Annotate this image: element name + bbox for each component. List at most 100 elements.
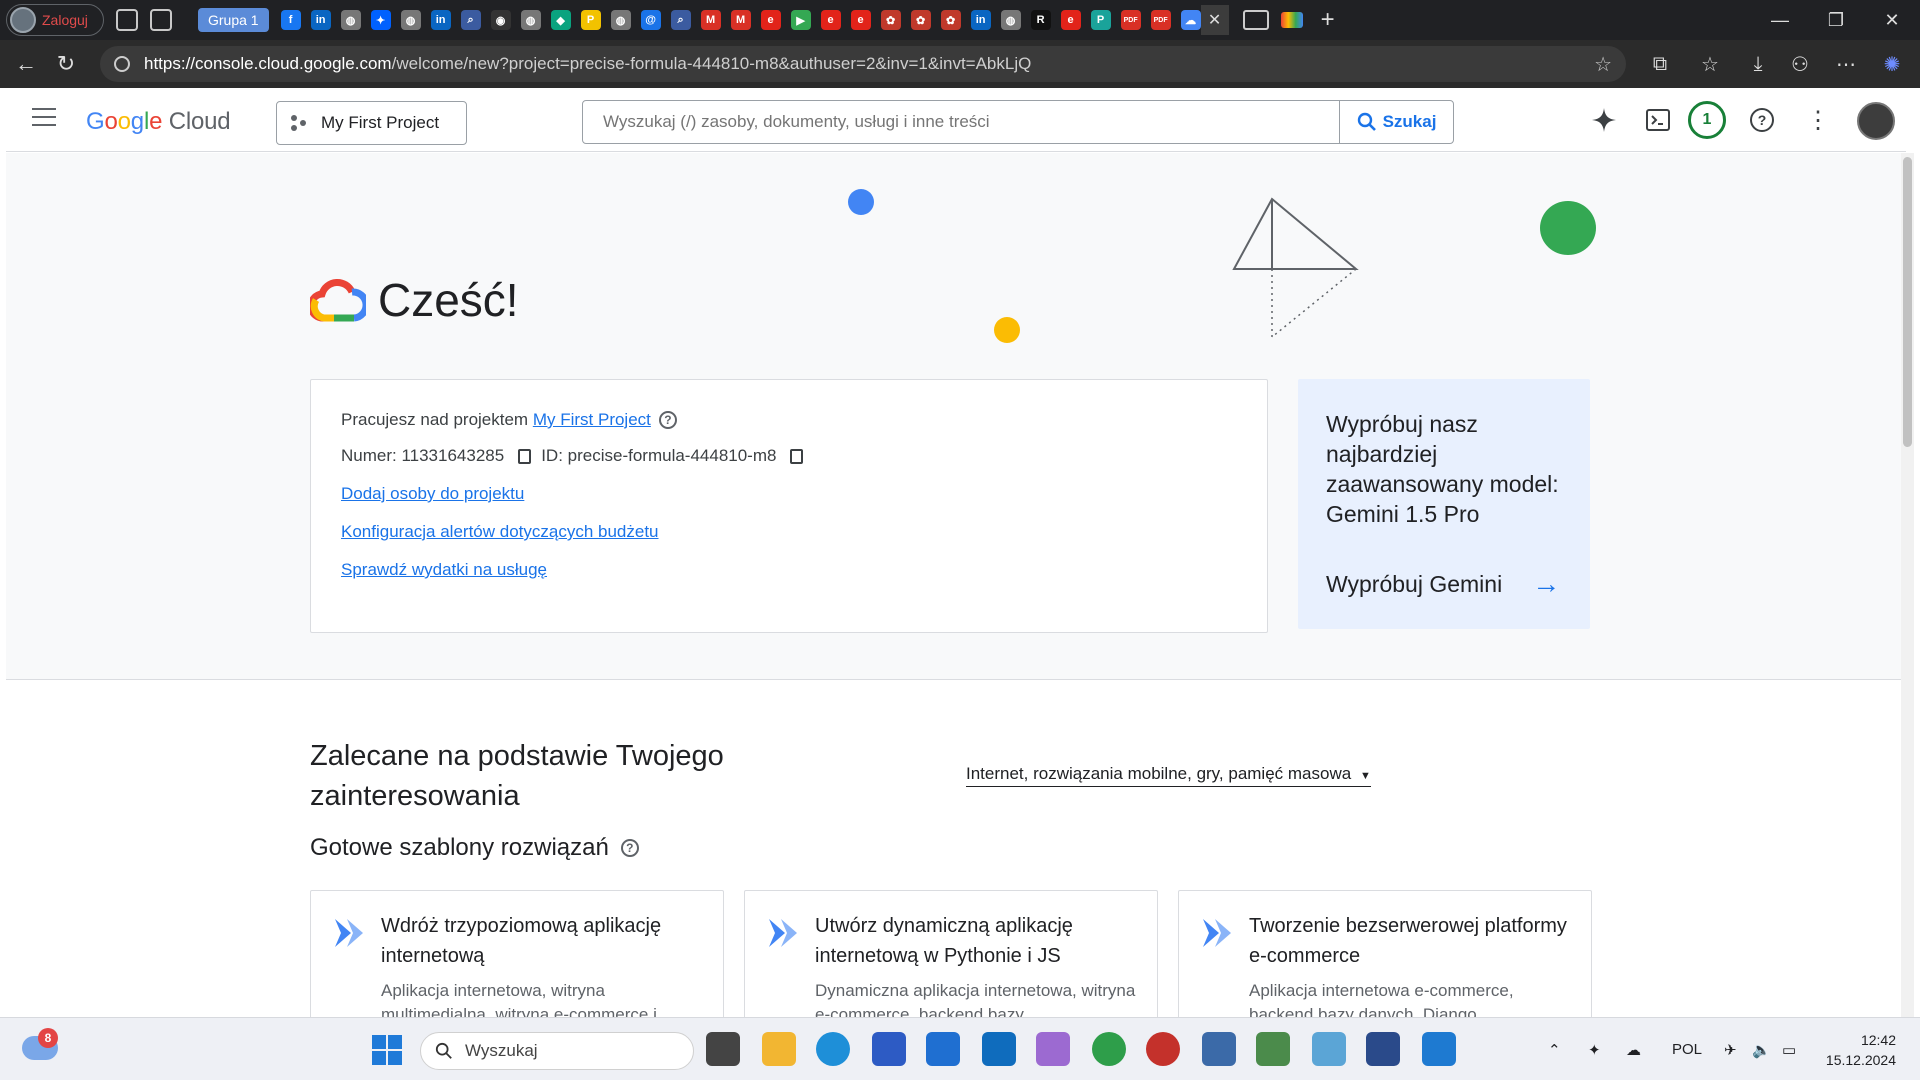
globe-icon[interactable]: ◍ xyxy=(1000,10,1021,30)
gmail-icon[interactable]: M xyxy=(700,10,721,30)
outlook-icon[interactable] xyxy=(982,1032,1016,1066)
gmail-icon[interactable]: M xyxy=(730,10,751,30)
battery-icon[interactable]: ▭ xyxy=(1782,1018,1796,1081)
cloud-shell-icon[interactable] xyxy=(1642,104,1674,136)
pdf-icon[interactable]: PDF xyxy=(1150,10,1171,30)
budget-alerts-link[interactable]: Konfiguracja alertów dotyczących budżetu xyxy=(341,522,1237,542)
github-icon[interactable]: ◉ xyxy=(490,10,511,30)
linkedin-icon[interactable]: in xyxy=(430,10,451,30)
solution-card[interactable]: Wdróż trzypoziomową aplikację internetow… xyxy=(310,890,724,1017)
clock[interactable]: 12:42 15.12.2024 xyxy=(1816,1030,1896,1070)
teal-icon[interactable]: P xyxy=(1090,10,1111,30)
interest-filter-dropdown[interactable]: Internet, rozwiązania mobilne, gry, pami… xyxy=(966,764,1371,787)
globe-icon[interactable]: ◍ xyxy=(520,10,541,30)
project-link[interactable]: My First Project xyxy=(533,410,651,430)
copy-number-icon[interactable] xyxy=(518,448,532,464)
globe-icon[interactable]: ◍ xyxy=(340,10,361,30)
tab-active-close[interactable]: ✕ xyxy=(1200,5,1229,35)
help-icon[interactable]: ? xyxy=(1746,104,1778,136)
search-input[interactable] xyxy=(583,101,1339,143)
url-field[interactable]: https://console.cloud.google.com/welcome… xyxy=(100,46,1626,82)
brain-icon[interactable]: ✿ xyxy=(880,10,901,30)
restore-button[interactable]: ❐ xyxy=(1808,0,1864,40)
minimize-button[interactable]: — xyxy=(1752,0,1808,40)
copy-id-icon[interactable] xyxy=(790,448,804,464)
cloud-icon[interactable]: ☁ xyxy=(1180,10,1201,30)
app-icon[interactable] xyxy=(1092,1032,1126,1066)
reload-button[interactable]: ↻ xyxy=(46,44,86,84)
more-options-icon[interactable]: ⋮ xyxy=(1802,104,1834,136)
brain-icon[interactable]: ✿ xyxy=(940,10,961,30)
close-window-button[interactable]: ✕ xyxy=(1864,0,1920,40)
start-button[interactable] xyxy=(372,1035,402,1065)
store-icon[interactable] xyxy=(926,1032,960,1066)
new-tab-button[interactable]: + xyxy=(1321,6,1335,34)
volume-icon[interactable]: 🔈 xyxy=(1752,1018,1771,1081)
google-cloud-logo[interactable]: Google Cloud xyxy=(86,108,231,136)
downloads-icon[interactable]: ⤓ xyxy=(1738,44,1778,84)
tab-group-label[interactable]: Grupa 1 xyxy=(198,8,269,32)
project-picker-button[interactable]: My First Project xyxy=(276,101,467,145)
browser-essentials-icon[interactable]: ⚇ xyxy=(1780,44,1820,84)
add-people-link[interactable]: Dodaj osoby do projektu xyxy=(341,484,1237,504)
language-indicator[interactable]: POL xyxy=(1672,1018,1702,1081)
solution-card[interactable]: Tworzenie bezserwerowej platformy e-comm… xyxy=(1178,890,1592,1017)
linkedin-icon[interactable]: in xyxy=(310,10,331,30)
e-icon[interactable]: e xyxy=(820,10,841,30)
page-scrollbar[interactable] xyxy=(1901,153,1914,1017)
profile-button[interactable]: Zaloguj xyxy=(6,4,104,36)
check-spending-link[interactable]: Sprawdź wydatki na usługę xyxy=(341,560,1237,580)
globe-icon[interactable]: ◍ xyxy=(610,10,631,30)
help-icon[interactable]: ? xyxy=(620,839,639,857)
scrollbar-thumb[interactable] xyxy=(1903,157,1912,447)
tab-favicon-icon[interactable] xyxy=(1242,10,1269,30)
search-button[interactable]: Szukaj xyxy=(1339,101,1453,143)
at-icon[interactable]: @ xyxy=(640,10,661,30)
app-icon[interactable] xyxy=(1256,1032,1290,1066)
account-avatar[interactable] xyxy=(1857,102,1895,140)
search-icon[interactable]: ⌕ xyxy=(460,10,481,30)
gemini-sparkle-icon[interactable] xyxy=(1588,104,1620,136)
pdf-icon[interactable]: PDF xyxy=(1120,10,1141,30)
workspaces-icon[interactable] xyxy=(116,9,138,31)
bookmark-star-icon[interactable]: ☆ xyxy=(1594,52,1612,77)
diamond-icon[interactable]: ◆ xyxy=(550,10,571,30)
dropbox-icon[interactable]: ✦ xyxy=(370,10,391,30)
nav-menu-button[interactable] xyxy=(32,108,56,126)
airplane-mode-icon[interactable]: ✈ xyxy=(1724,1018,1737,1081)
search-icon[interactable]: ⌕ xyxy=(670,10,691,30)
task-view-icon[interactable] xyxy=(706,1032,740,1066)
favorites-icon[interactable]: ☆ xyxy=(1690,44,1730,84)
app-icon[interactable] xyxy=(1366,1032,1400,1066)
app-icon[interactable] xyxy=(1146,1032,1180,1066)
more-menu-icon[interactable]: ⋯ xyxy=(1826,44,1866,84)
tab-favicon-icon[interactable] xyxy=(1280,12,1303,28)
try-gemini-button[interactable]: Wypróbuj Gemini → xyxy=(1326,569,1560,599)
file-explorer-icon[interactable] xyxy=(762,1032,796,1066)
onedrive-tray-icon[interactable]: ☁ xyxy=(1626,1018,1641,1081)
back-button[interactable]: ← xyxy=(6,44,46,84)
app-icon[interactable] xyxy=(1036,1032,1070,1066)
linkedin-icon[interactable]: in xyxy=(970,10,991,30)
tray-chevron-icon[interactable]: ⌃ xyxy=(1548,1018,1561,1081)
taskbar-search[interactable]: Wyszukaj xyxy=(420,1032,694,1070)
extensions-icon[interactable]: ⧉ xyxy=(1640,44,1680,84)
save-app-icon[interactable] xyxy=(872,1032,906,1066)
e-icon[interactable]: e xyxy=(1060,10,1081,30)
solution-card[interactable]: Utwórz dynamiczną aplikację internetową … xyxy=(744,890,1158,1017)
e-icon[interactable]: e xyxy=(760,10,781,30)
site-info-icon[interactable] xyxy=(114,56,130,72)
facebook-icon[interactable]: f xyxy=(280,10,301,30)
play-icon[interactable]: ▶ xyxy=(790,10,811,30)
app-icon[interactable] xyxy=(1312,1032,1346,1066)
globe-icon[interactable]: ◍ xyxy=(400,10,421,30)
help-icon[interactable]: ? xyxy=(658,411,677,429)
dropbox-tray-icon[interactable]: ✦ xyxy=(1588,1018,1601,1081)
r-icon[interactable]: R xyxy=(1030,10,1051,30)
notifications-badge[interactable]: 1 xyxy=(1688,101,1726,139)
vscode-icon[interactable] xyxy=(1422,1032,1456,1066)
tab-actions-icon[interactable] xyxy=(150,9,172,31)
edge-icon[interactable] xyxy=(816,1032,850,1066)
p-icon[interactable]: P xyxy=(580,10,601,30)
e-icon[interactable]: e xyxy=(850,10,871,30)
